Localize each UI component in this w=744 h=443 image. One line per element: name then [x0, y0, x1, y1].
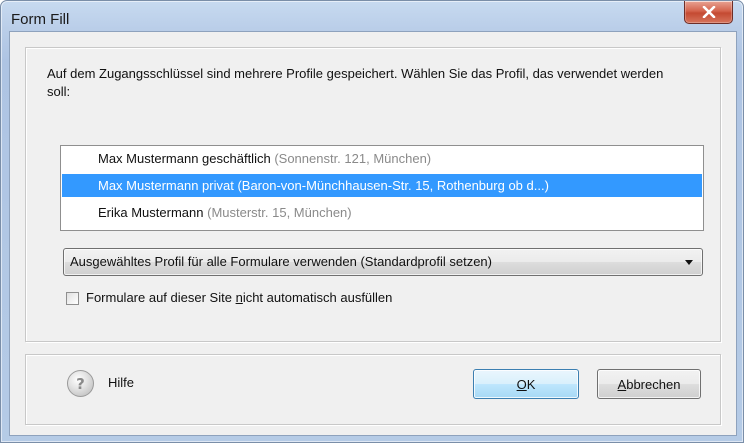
list-item-profile-0[interactable]: Max Mustermann geschäftlich (Sonnenstr. … [62, 147, 702, 170]
label-text-part: icht automatisch ausfüllen [242, 290, 393, 305]
list-item-profile-1[interactable]: Max Mustermann privat (Baron-von-Münchha… [62, 174, 702, 197]
mnemonic-letter: A [617, 376, 627, 392]
chevron-down-icon [685, 260, 693, 265]
mnemonic-letter: n [235, 290, 243, 305]
list-item-profile-2[interactable]: Erika Mustermann (Musterstr. 15, München… [62, 201, 702, 224]
profile-name: Erika Mustermann [98, 205, 204, 220]
window-title: Form Fill [11, 11, 70, 28]
label-text-part: Formulare auf dieser Site [86, 290, 236, 305]
close-button[interactable] [684, 1, 733, 24]
close-x-icon [702, 6, 715, 18]
help-link[interactable]: Hilfe [108, 375, 134, 390]
autofill-disable-label[interactable]: Formulare auf dieser Site nicht automati… [86, 290, 392, 306]
profile-name: Max Mustermann privat [98, 178, 234, 193]
profile-address: (Musterstr. 15, München) [207, 205, 352, 220]
ok-button[interactable]: OK [473, 369, 579, 399]
cancel-button[interactable]: Abbrechen [597, 369, 701, 399]
profile-address: (Sonnenstr. 121, München) [274, 151, 432, 166]
profile-name: Max Mustermann geschäftlich [98, 151, 271, 166]
question-mark-icon[interactable]: ? [67, 370, 94, 397]
mnemonic-letter: O [516, 376, 527, 392]
profile-description-text: Auf dem Zugangsschlüssel sind mehrere Pr… [47, 66, 664, 99]
autofill-disable-checkbox[interactable] [66, 292, 79, 305]
profile-address: (Baron-von-Münchhausen-Str. 15, Rothenbu… [237, 178, 549, 193]
dropdown-selected-value: Ausgewähltes Profil für alle Formulare v… [70, 254, 492, 269]
profile-usage-dropdown[interactable]: Ausgewähltes Profil für alle Formulare v… [63, 248, 703, 276]
button-label: bbrechen [626, 376, 681, 392]
profile-list[interactable]: Max Mustermann geschäftlich (Sonnenstr. … [60, 145, 704, 231]
button-label: K [526, 376, 536, 392]
